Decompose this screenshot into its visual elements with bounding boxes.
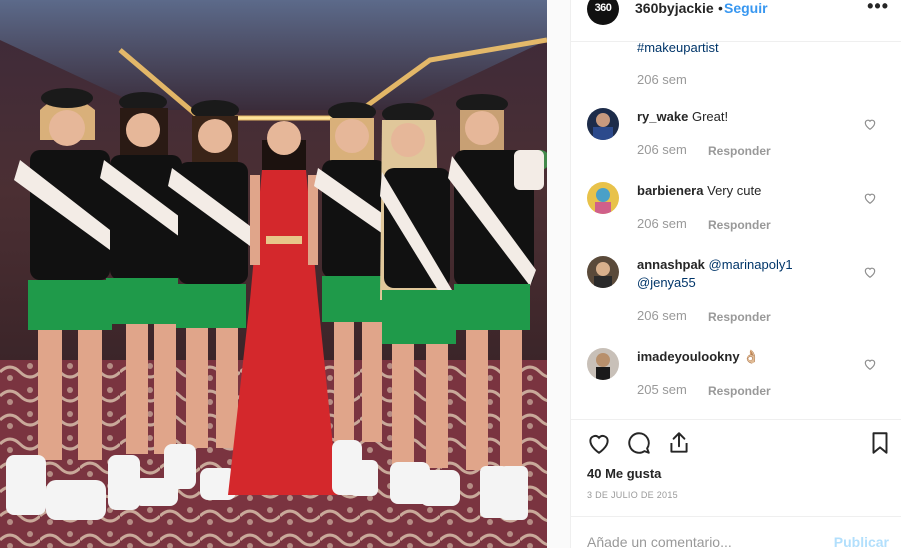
comment-time[interactable]: 206 sem bbox=[637, 308, 687, 323]
comment-icon[interactable] bbox=[626, 430, 652, 456]
heart-icon[interactable] bbox=[586, 430, 612, 456]
comment-time[interactable]: 206 sem bbox=[637, 216, 687, 231]
comment-time[interactable]: 205 sem bbox=[637, 382, 687, 397]
comment-body: imadeyoulookny 👌🏼 bbox=[637, 348, 857, 366]
share-icon[interactable] bbox=[666, 430, 692, 456]
comment-body: annashpak @marinapoly1 @jenya55 bbox=[637, 256, 857, 292]
comment-form-divider bbox=[571, 516, 901, 517]
group-photo-illustration bbox=[0, 0, 547, 548]
comment-like-heart-icon[interactable] bbox=[863, 265, 877, 279]
comment-username[interactable]: barbienera bbox=[637, 183, 703, 198]
post-side-panel: 360 360byjackie • Seguir ••• #makeuparti… bbox=[571, 0, 901, 550]
comment-emoji: 👌🏼 bbox=[743, 349, 760, 364]
comment-body: ry_wake Great! bbox=[637, 108, 857, 126]
more-options-icon[interactable]: ••• bbox=[867, 0, 889, 17]
likes-count[interactable]: 40 Me gusta bbox=[587, 466, 661, 481]
post-date[interactable]: 3 DE JULIO DE 2015 bbox=[587, 490, 678, 500]
comment-mention[interactable]: @marinapoly1 bbox=[709, 257, 793, 272]
avatar-image bbox=[593, 113, 613, 140]
avatar-image bbox=[594, 262, 612, 288]
comment-time[interactable]: 206 sem bbox=[637, 142, 687, 157]
author-avatar-logo: 360 bbox=[594, 2, 612, 14]
comment-text: Great! bbox=[691, 109, 729, 124]
author-username[interactable]: 360byjackie bbox=[635, 0, 714, 16]
comment-like-heart-icon[interactable] bbox=[863, 191, 877, 205]
comment-mention[interactable]: @jenya55 bbox=[637, 275, 696, 290]
reply-button[interactable]: Responder bbox=[708, 310, 771, 324]
commenter-avatar[interactable] bbox=[587, 256, 619, 288]
bookmark-icon[interactable] bbox=[867, 430, 893, 456]
comment-username[interactable]: annashpak bbox=[637, 257, 705, 272]
caption-hashtag[interactable]: #makeupartist bbox=[637, 40, 719, 55]
follow-button[interactable]: Seguir bbox=[724, 0, 768, 16]
comment-text: Very cute bbox=[707, 183, 762, 198]
actions-divider bbox=[571, 419, 901, 420]
reply-button[interactable]: Responder bbox=[708, 144, 771, 158]
comment-body: barbienera Very cute bbox=[637, 182, 857, 200]
caption-time[interactable]: 206 sem bbox=[637, 72, 687, 87]
commenter-avatar[interactable] bbox=[587, 182, 619, 214]
commenter-avatar[interactable] bbox=[587, 108, 619, 140]
reply-button[interactable]: Responder bbox=[708, 384, 771, 398]
post-photo[interactable] bbox=[0, 0, 547, 548]
post-header: 360 360byjackie • Seguir ••• bbox=[571, 0, 901, 42]
avatar-image bbox=[596, 353, 610, 380]
commenter-avatar[interactable] bbox=[587, 348, 619, 380]
comment-like-heart-icon[interactable] bbox=[863, 357, 877, 371]
author-avatar[interactable]: 360 bbox=[587, 0, 619, 25]
avatar-image bbox=[595, 188, 611, 214]
comment-like-heart-icon[interactable] bbox=[863, 117, 877, 131]
photo-panel-gutter bbox=[547, 0, 571, 548]
header-separator: • bbox=[718, 0, 723, 16]
comment-username[interactable]: imadeyoulookny bbox=[637, 349, 740, 364]
comment-username[interactable]: ry_wake bbox=[637, 109, 688, 124]
reply-button[interactable]: Responder bbox=[708, 218, 771, 232]
